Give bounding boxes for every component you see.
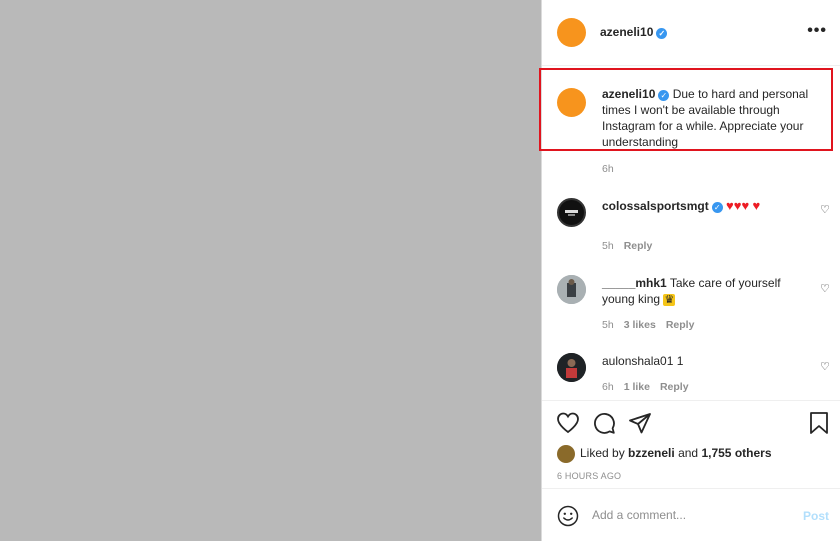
verified-badge-icon: ✓ (656, 28, 668, 39)
add-comment-bar: Post (542, 490, 840, 541)
post-button[interactable]: Post (803, 509, 829, 523)
comment-time: 5h (602, 319, 614, 331)
caption-time: 6h (602, 163, 614, 175)
post-header: azeneli10 ✓ ••• (542, 0, 840, 66)
red-heart-emoji-icon: ♥ (741, 198, 750, 213)
crown-emoji-icon: ♛ (663, 294, 676, 306)
comment-text: aulonshala01 1 (602, 354, 684, 368)
red-heart-emoji-icon: ♥ (726, 198, 734, 213)
more-options-icon[interactable]: ••• (807, 22, 827, 40)
comment-meta: 6h 1 like Reply (602, 381, 699, 393)
reply-button[interactable]: Reply (660, 381, 689, 393)
comment-time: 5h (602, 240, 614, 252)
commenter-avatar[interactable] (557, 275, 586, 304)
comment-text: colossalsportsmgt ✓ ♥♥♥ ♥ (602, 198, 792, 214)
caption-text: azeneli10 ✓ Due to hard and personal time… (602, 87, 809, 149)
comment-meta: 5h Reply (602, 240, 662, 252)
comment-meta: 5h 3 likes Reply (602, 319, 704, 331)
post-actions: Liked by bzzeneli and 1,755 others 6 HOU… (542, 400, 840, 489)
comment-username[interactable]: aulonshala01 (602, 354, 673, 368)
likes-summary: Liked by bzzeneli and 1,755 others (557, 445, 772, 463)
share-icon[interactable] (628, 411, 652, 438)
reply-button[interactable]: Reply (666, 319, 695, 331)
liker-username[interactable]: bzzeneli (628, 446, 675, 460)
like-comment-heart-icon[interactable]: ♡ (820, 203, 830, 216)
commenter-avatar[interactable] (557, 353, 586, 382)
comment-icon[interactable] (592, 411, 616, 438)
likes-count[interactable]: 1,755 others (701, 446, 771, 460)
comment-text: _____mhk1 Take care of yourself young ki… (602, 276, 781, 306)
verified-badge-icon: ✓ (658, 90, 670, 101)
comment-username[interactable]: colossalsportsmgt (602, 199, 709, 213)
post-side-panel: azeneli10 ✓ ••• azeneli10 ✓ Due to hard an… (539, 0, 840, 541)
caption-username[interactable]: azeneli10 (602, 87, 655, 101)
reply-button[interactable]: Reply (624, 240, 653, 252)
emoji-icon[interactable] (557, 505, 579, 527)
save-bookmark-icon[interactable] (808, 411, 830, 438)
like-comment-heart-icon[interactable]: ♡ (820, 360, 830, 373)
comment-username[interactable]: _____mhk1 (602, 276, 667, 290)
like-comment-heart-icon[interactable]: ♡ (820, 282, 830, 295)
comment-input[interactable] (592, 504, 792, 526)
header-username[interactable]: azeneli10 ✓ (600, 25, 668, 39)
verified-badge-icon: ✓ (711, 202, 723, 213)
comment-time: 6h (602, 381, 614, 393)
avatar[interactable] (557, 18, 586, 47)
caption-avatar[interactable] (557, 88, 586, 117)
comment-likes[interactable]: 3 likes (624, 319, 656, 331)
liker-avatar[interactable] (557, 445, 575, 463)
post-media[interactable] (0, 0, 541, 541)
comment-likes[interactable]: 1 like (624, 381, 650, 393)
red-heart-emoji-icon: ♥ (752, 198, 761, 213)
commenter-avatar[interactable] (557, 198, 586, 227)
post-timestamp: 6 HOURS AGO (557, 471, 622, 481)
like-heart-icon[interactable] (556, 411, 580, 438)
